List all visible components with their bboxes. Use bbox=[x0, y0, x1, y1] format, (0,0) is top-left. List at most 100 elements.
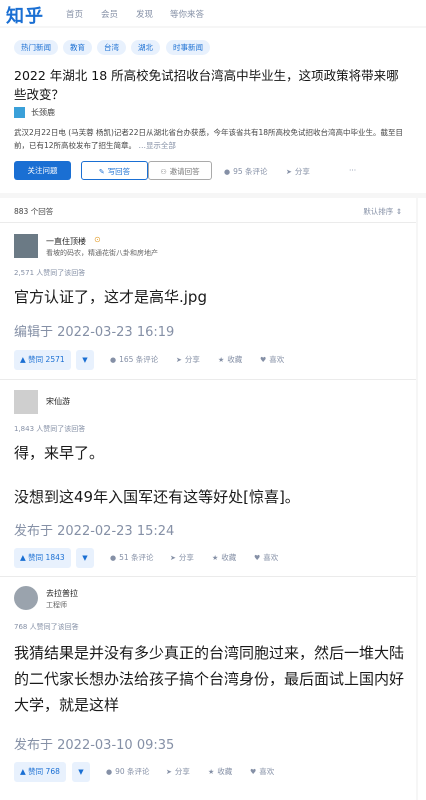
nav-home[interactable]: 首页 bbox=[66, 8, 83, 20]
asker-avatar[interactable] bbox=[14, 107, 25, 118]
favorite-label: 收藏 bbox=[217, 767, 233, 776]
avatar[interactable] bbox=[14, 390, 38, 414]
author-name[interactable]: 一直住顶楼 bbox=[46, 236, 86, 247]
tag-taiwan[interactable]: 台湾 bbox=[97, 40, 126, 55]
favorite-button[interactable]: ★ 收藏 bbox=[212, 548, 236, 568]
favorite-button[interactable]: ★ 收藏 bbox=[218, 350, 242, 370]
tag-education[interactable]: 教育 bbox=[63, 40, 92, 55]
upvote-summary: 768 人赞同了该回答 bbox=[14, 623, 79, 631]
answer-content: 得，来早了。 没想到这49年入国军还有这等好处[惊喜]。 bbox=[14, 442, 410, 508]
share-icon: ➤ bbox=[176, 356, 182, 364]
favorite-label: 收藏 bbox=[227, 355, 243, 364]
answer-content: 我猜结果是并没有多少真正的台湾同胞过来，然后一堆大陆的二代家长想办法给孩子搞个台… bbox=[14, 640, 408, 718]
pencil-icon: ✎ bbox=[98, 168, 105, 176]
invite-answer-label: 邀请回答 bbox=[169, 167, 200, 176]
upvote-button[interactable]: ▲ 赞同 768 bbox=[14, 762, 66, 782]
star-icon: ★ bbox=[218, 356, 225, 364]
tag-current-news[interactable]: 时事新闻 bbox=[166, 40, 210, 55]
divider bbox=[0, 576, 416, 577]
share-icon: ➤ bbox=[170, 554, 176, 562]
favorite-button[interactable]: ★ 收藏 bbox=[208, 762, 232, 782]
nav-waiting[interactable]: 等你来答 bbox=[170, 8, 204, 20]
comments-button[interactable]: ● 90 条评论 bbox=[106, 762, 150, 782]
zhihu-logo[interactable]: 知乎 bbox=[6, 2, 44, 28]
downvote-icon: ▼ bbox=[82, 554, 88, 562]
author-badge-icon: ⊙ bbox=[94, 235, 101, 244]
like-button[interactable]: ♥ 喜欢 bbox=[250, 762, 274, 782]
upvote-summary: 2,571 人赞同了该回答 bbox=[14, 269, 86, 277]
answers-panel: 883 个回答 默认排序 ⇕ 一直住顶楼 ⊙ 看坡的码农，精通花街八卦和房地产 … bbox=[0, 198, 416, 800]
like-label: 喜欢 bbox=[269, 355, 285, 364]
upvote-button[interactable]: ▲ 赞同 2571 bbox=[14, 350, 71, 370]
share-button[interactable]: ➤ 分享 bbox=[170, 548, 194, 568]
write-answer-label: 写回答 bbox=[107, 167, 131, 176]
answer-paragraph: 官方认证了，这才是高华.jpg bbox=[14, 288, 207, 306]
show-all-link[interactable]: …显示全部 bbox=[138, 141, 176, 150]
answer-paragraph: 我猜结果是并没有多少真正的台湾同胞过来，然后一堆大陆的二代家长想办法给孩子搞个台… bbox=[14, 644, 405, 714]
question-card: 热门新闻 教育 台湾 湖北 时事新闻 2022 年湖北 18 所高校免试招收台湾… bbox=[0, 28, 426, 193]
like-button[interactable]: ♥ 喜欢 bbox=[260, 350, 284, 370]
comments-button[interactable]: ● 165 条评论 bbox=[110, 350, 158, 370]
comment-icon: ● bbox=[106, 768, 113, 776]
star-icon: ★ bbox=[212, 554, 219, 562]
nav-discover[interactable]: 发现 bbox=[136, 8, 153, 20]
divider bbox=[0, 379, 416, 380]
share-icon: ➤ bbox=[166, 768, 172, 776]
upvote-icon: ▲ bbox=[20, 355, 26, 364]
upvote-label: 赞同 1843 bbox=[28, 553, 65, 562]
tag-hubei[interactable]: 湖北 bbox=[131, 40, 160, 55]
author-name[interactable]: 去拉普拉 bbox=[46, 588, 78, 599]
comments-label: 90 条评论 bbox=[115, 767, 150, 776]
sort-dropdown[interactable]: 默认排序 ⇕ bbox=[363, 206, 402, 217]
question-share[interactable]: ➤ 分享 bbox=[286, 166, 310, 177]
share-label: 分享 bbox=[184, 355, 200, 364]
comment-icon: ● bbox=[110, 554, 117, 562]
answer-time[interactable]: 发布于 2022-02-23 15:24 bbox=[14, 520, 174, 539]
share-button[interactable]: ➤ 分享 bbox=[166, 762, 190, 782]
nav-vip[interactable]: 会员 bbox=[101, 8, 118, 20]
question-comments[interactable]: ● 95 条评论 bbox=[224, 166, 268, 177]
question-detail-text: 武汉2月22日电 (马芙蓉 杨凯)记者22日从湖北省台办获悉，今年该省共有18所… bbox=[14, 128, 404, 150]
downvote-button[interactable]: ▼ bbox=[76, 548, 94, 568]
answer-time[interactable]: 发布于 2022-03-10 09:35 bbox=[14, 734, 174, 753]
answer-content: 官方认证了，这才是高华.jpg bbox=[14, 286, 410, 308]
comments-label: 51 条评论 bbox=[119, 553, 154, 562]
comments-label: 165 条评论 bbox=[119, 355, 159, 364]
favorite-label: 收藏 bbox=[221, 553, 237, 562]
asker-name[interactable]: 长颈鹿 bbox=[31, 108, 55, 117]
author-name[interactable]: 宋仙游 bbox=[46, 396, 70, 407]
divider bbox=[0, 222, 416, 223]
answer-time[interactable]: 编辑于 2022-03-23 16:19 bbox=[14, 321, 174, 340]
author-bio: 工程师 bbox=[46, 601, 67, 609]
question-title: 2022 年湖北 18 所高校免试招收台湾高中毕业生，这项政策将带来哪些改变？ bbox=[14, 68, 399, 102]
follow-question-button[interactable]: 关注问题 bbox=[14, 161, 71, 180]
upvote-icon: ▲ bbox=[20, 767, 26, 776]
downvote-icon: ▼ bbox=[82, 356, 88, 364]
comment-icon: ● bbox=[224, 168, 231, 176]
downvote-button[interactable]: ▼ bbox=[72, 762, 90, 782]
tag-hot-news[interactable]: 热门新闻 bbox=[14, 40, 58, 55]
star-icon: ★ bbox=[208, 768, 215, 776]
more-options[interactable]: ··· bbox=[349, 166, 356, 175]
downvote-button[interactable]: ▼ bbox=[76, 350, 94, 370]
top-bar: 知乎 首页 会员 发现 等你来答 bbox=[0, 0, 426, 28]
like-button[interactable]: ♥ 喜欢 bbox=[254, 548, 278, 568]
author-bio: 看坡的码农，精通花街八卦和房地产 bbox=[46, 249, 158, 257]
avatar[interactable] bbox=[14, 234, 38, 258]
upvote-label: 赞同 768 bbox=[28, 767, 60, 776]
avatar[interactable] bbox=[14, 586, 38, 610]
like-label: 喜欢 bbox=[263, 553, 279, 562]
upvote-button[interactable]: ▲ 赞同 1843 bbox=[14, 548, 71, 568]
comments-button[interactable]: ● 51 条评论 bbox=[110, 548, 154, 568]
write-answer-button[interactable]: ✎ 写回答 bbox=[81, 161, 148, 180]
invite-answer-button[interactable]: ⚇ 邀请回答 bbox=[148, 161, 212, 180]
share-label: 分享 bbox=[174, 767, 190, 776]
answer-paragraph: 得，来早了。 bbox=[14, 444, 105, 462]
question-comments-label: 95 条评论 bbox=[233, 167, 268, 176]
asker[interactable]: 长颈鹿 bbox=[14, 107, 55, 118]
invite-icon: ⚇ bbox=[160, 168, 167, 176]
answer-paragraph: 没想到这49年入国军还有这等好处[惊喜]。 bbox=[14, 488, 300, 506]
answer-count: 883 个回答 bbox=[14, 207, 54, 216]
heart-icon: ♥ bbox=[254, 554, 261, 562]
share-button[interactable]: ➤ 分享 bbox=[176, 350, 200, 370]
